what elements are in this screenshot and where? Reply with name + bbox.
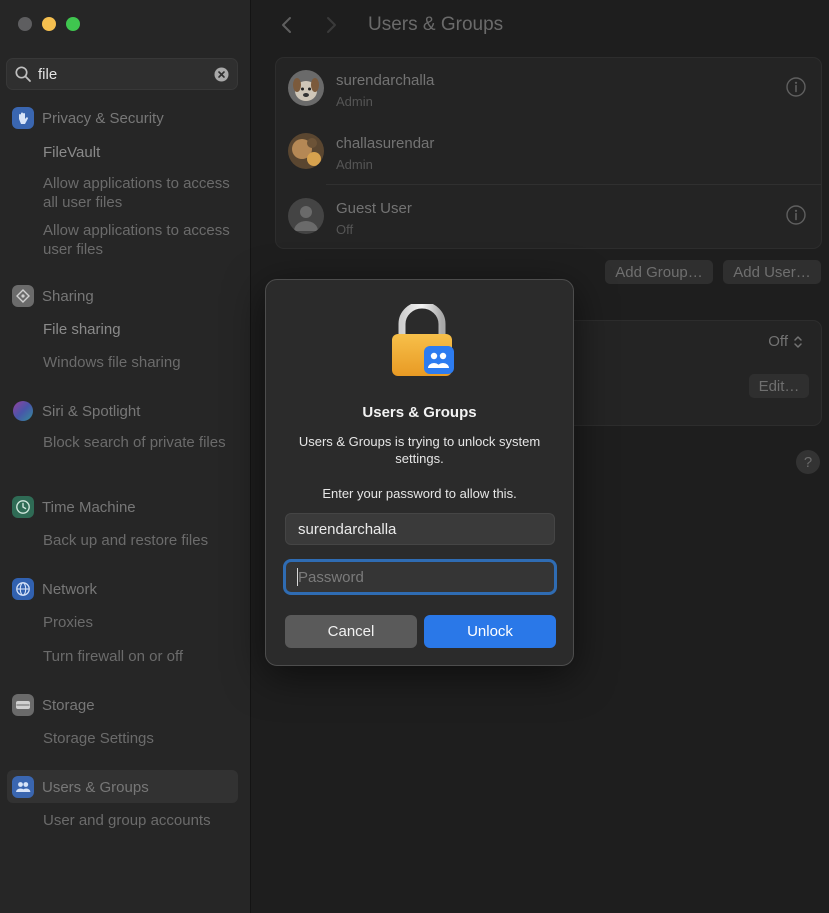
page-title: Users & Groups bbox=[368, 14, 504, 35]
storage-icon bbox=[12, 694, 34, 716]
sidebar-item-proxies[interactable]: Proxies bbox=[43, 613, 243, 632]
add-group-button[interactable]: Add Group… bbox=[605, 260, 713, 284]
cancel-button[interactable]: Cancel bbox=[285, 615, 417, 648]
info-icon[interactable] bbox=[785, 204, 807, 226]
sidebar-section-time-machine[interactable]: Time Machine bbox=[12, 494, 136, 520]
siri-icon bbox=[12, 400, 34, 422]
users-icon bbox=[12, 776, 34, 798]
password-field-container[interactable] bbox=[283, 559, 557, 595]
sidebar-item-firewall[interactable]: Turn firewall on or off bbox=[43, 647, 243, 666]
sidebar-section-label: Sharing bbox=[42, 287, 94, 305]
user-name: Guest User bbox=[336, 200, 412, 217]
user-role: Admin bbox=[336, 157, 373, 172]
sidebar-section-privacy-security[interactable]: Privacy & Security bbox=[12, 105, 164, 131]
dog-avatar bbox=[288, 70, 324, 106]
user-row[interactable]: Guest User Off bbox=[286, 194, 809, 246]
sidebar-section-label: Privacy & Security bbox=[42, 109, 164, 127]
sidebar-section-label: Users & Groups bbox=[42, 778, 149, 796]
user-photo-avatar bbox=[288, 133, 324, 169]
sidebar-item-back-up-restore-files[interactable]: Back up and restore files bbox=[43, 531, 243, 550]
search-input[interactable]: file bbox=[38, 66, 57, 83]
sidebar-item-filevault[interactable]: FileVault bbox=[43, 143, 243, 162]
search-icon bbox=[15, 66, 31, 82]
zoom-window-button[interactable] bbox=[66, 17, 80, 31]
sidebar-item-allow-apps-all-user-files[interactable]: Allow applications to access all user fi… bbox=[43, 174, 243, 212]
user-name: surendarchalla bbox=[336, 72, 435, 89]
user-row[interactable]: challasurendar Admin bbox=[286, 129, 809, 181]
back-chevron-icon[interactable] bbox=[276, 14, 300, 36]
sidebar-item-windows-file-sharing[interactable]: Windows file sharing bbox=[43, 353, 243, 372]
user-role: Off bbox=[336, 222, 354, 237]
search-field[interactable]: file bbox=[6, 58, 238, 90]
dialog-prompt: Enter your password to allow this. bbox=[322, 486, 517, 501]
sidebar-section-label: Storage bbox=[42, 696, 95, 714]
username-field[interactable]: surendarchalla bbox=[285, 513, 555, 545]
password-input[interactable] bbox=[298, 568, 538, 586]
auto-login-select[interactable]: Off bbox=[768, 333, 803, 350]
sidebar-section-network[interactable]: Network bbox=[12, 576, 97, 602]
sidebar-section-siri-spotlight[interactable]: Siri & Spotlight bbox=[12, 398, 140, 424]
users-list: surendarchalla Admin challasurendar Admi… bbox=[275, 57, 822, 249]
navigation-bar: Users & Groups bbox=[276, 14, 503, 36]
stepper-chevrons-icon bbox=[794, 335, 802, 348]
sidebar-item-file-sharing[interactable]: File sharing bbox=[43, 320, 243, 339]
forward-chevron-icon[interactable] bbox=[318, 14, 342, 36]
sidebar-section-users-groups[interactable]: Users & Groups bbox=[12, 774, 149, 800]
sidebar-section-storage[interactable]: Storage bbox=[12, 692, 95, 718]
user-row[interactable]: surendarchalla Admin bbox=[286, 66, 809, 118]
unlock-button[interactable]: Unlock bbox=[424, 615, 556, 648]
sharing-icon bbox=[12, 285, 34, 307]
sidebar-item-user-group-accounts[interactable]: User and group accounts bbox=[43, 811, 243, 830]
guest-avatar-icon bbox=[288, 198, 324, 234]
dialog-message: Users & Groups is trying to unlock syste… bbox=[298, 434, 541, 466]
sidebar-item-block-search-private-files[interactable]: Block search of private files bbox=[43, 433, 243, 452]
sidebar-section-label: Time Machine bbox=[42, 498, 136, 516]
sidebar-section-sharing[interactable]: Sharing bbox=[12, 283, 94, 309]
close-window-button[interactable] bbox=[18, 17, 32, 31]
sidebar-item-allow-apps-user-files[interactable]: Allow applications to access user files bbox=[43, 221, 243, 259]
minimize-window-button[interactable] bbox=[42, 17, 56, 31]
user-role: Admin bbox=[336, 94, 373, 109]
list-divider bbox=[326, 184, 821, 185]
info-icon[interactable] bbox=[785, 76, 807, 98]
dialog-title: Users & Groups bbox=[362, 404, 477, 421]
add-user-button[interactable]: Add User… bbox=[723, 260, 821, 284]
help-button[interactable]: ? bbox=[796, 450, 820, 474]
sidebar-section-label: Siri & Spotlight bbox=[42, 402, 141, 420]
user-name: challasurendar bbox=[336, 135, 435, 152]
sidebar-section-label: Network bbox=[42, 580, 98, 598]
unlock-dialog: Users & Groups Users & Groups is trying … bbox=[265, 279, 574, 666]
sidebar-item-storage-settings[interactable]: Storage Settings bbox=[43, 729, 243, 748]
edit-button[interactable]: Edit… bbox=[749, 374, 809, 398]
window-controls bbox=[18, 17, 80, 31]
sidebar: file Privacy & Security FileVault Allow … bbox=[0, 0, 251, 913]
lock-users-icon bbox=[392, 304, 454, 376]
hand-icon bbox=[12, 107, 34, 129]
clear-search-icon[interactable] bbox=[214, 67, 229, 82]
auto-login-value: Off bbox=[768, 333, 788, 350]
globe-icon bbox=[12, 578, 34, 600]
time-machine-icon bbox=[12, 496, 34, 518]
